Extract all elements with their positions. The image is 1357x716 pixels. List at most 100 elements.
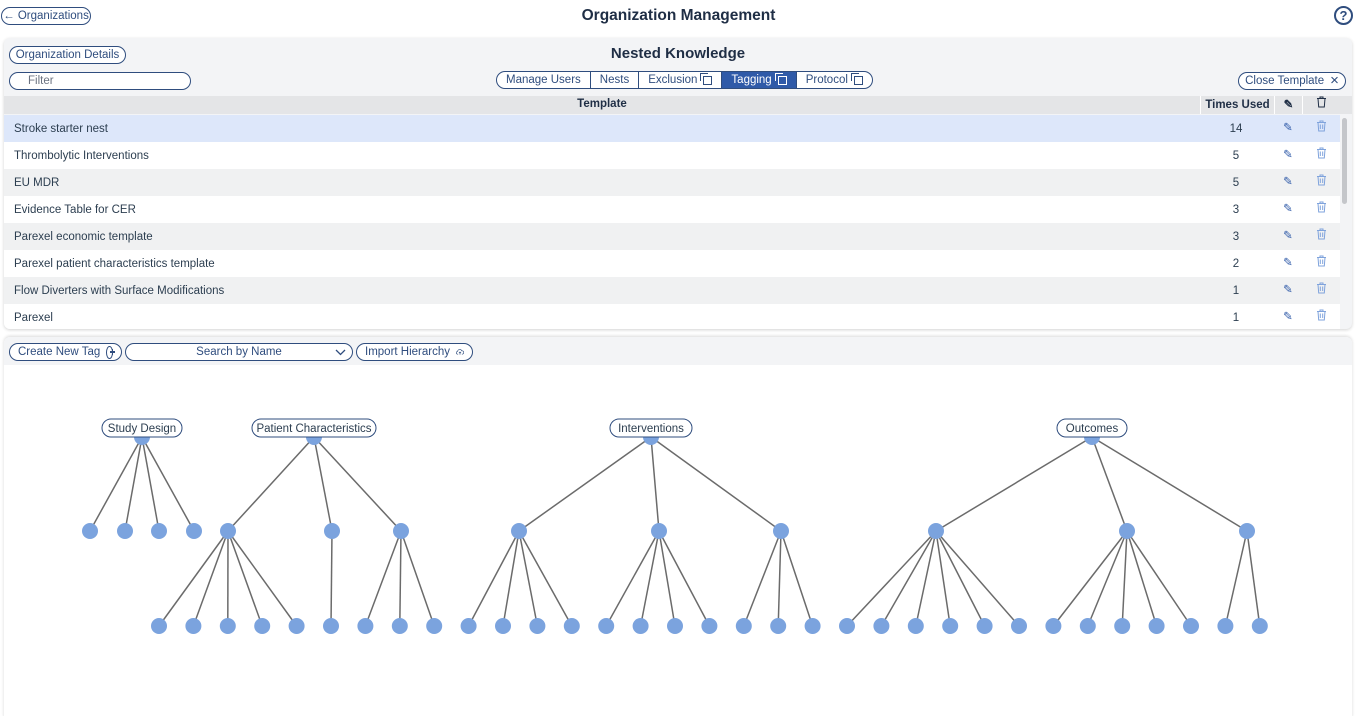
tag-node-leaf[interactable] [1217,618,1234,634]
tag-node-leaf[interactable] [1079,618,1096,634]
edit-icon[interactable]: ✎ [1274,309,1302,323]
tag-node-leaf[interactable] [1114,618,1131,634]
template-name: Parexel economic template [14,231,153,243]
tag-hierarchy-tree: Study Design Patient Characteristics Inter… [82,418,1268,634]
delete-icon[interactable] [1302,120,1340,135]
table-row[interactable]: Flow Diverters with Surface Modification… [4,277,1340,304]
edit-icon[interactable]: ✎ [1274,282,1302,296]
table-row[interactable]: Thrombolytic Interventions 5 ✎ [4,142,1340,169]
column-header-times-used[interactable]: Times Used [1200,96,1274,114]
tag-node-leaf[interactable] [632,618,649,634]
tag-node-child[interactable] [1119,523,1135,539]
delete-icon[interactable] [1302,309,1340,324]
tag-node-leaf[interactable] [839,618,855,634]
tag-node-leaf[interactable] [907,618,924,634]
tag-node-child[interactable] [186,523,202,539]
tag-node-child[interactable] [220,523,236,539]
delete-icon[interactable] [1302,255,1340,270]
table-row[interactable]: Stroke starter nest 14 ✎ [4,115,1340,142]
tree-edge [313,436,333,532]
tag-node-child[interactable] [651,523,667,539]
tree-edge [399,530,402,627]
tag-node-leaf[interactable] [873,618,890,634]
table-scrollbar[interactable] [1342,118,1347,204]
tree-edges [89,436,1261,627]
tag-node-child[interactable] [773,523,789,539]
tree-edge [743,530,782,627]
tag-node-leaf[interactable] [288,618,305,634]
template-table-body: Stroke starter nest 14 ✎ Thrombolytic Inter… [4,115,1340,329]
tag-node-leaf[interactable] [391,618,408,634]
delete-icon[interactable] [1302,147,1340,162]
tree-edge [400,530,435,627]
tag-node-child[interactable] [324,523,340,539]
tag-node-leaf[interactable] [495,618,511,634]
edit-icon[interactable]: ✎ [1274,120,1302,134]
table-row[interactable]: Parexel 1 ✎ [4,304,1340,329]
table-row[interactable]: Parexel economic template 3 ✎ [4,223,1340,250]
table-row[interactable]: EU MDR 5 ✎ [4,169,1340,196]
tag-node-leaf[interactable] [1011,618,1027,634]
edit-icon[interactable]: ✎ [1274,255,1302,269]
tag-node-leaf[interactable] [460,618,477,634]
tag-node-leaf[interactable] [323,618,339,634]
tag-root-label[interactable]: Interventions [609,418,693,438]
template-name: Flow Diverters with Surface Modification… [14,285,225,297]
filter-input[interactable]: Filter [9,72,191,90]
copy-icon[interactable] [774,72,787,85]
tag-node-child[interactable] [393,523,409,539]
tag-node-leaf[interactable] [1148,618,1165,634]
tag-node-leaf[interactable] [563,618,580,634]
edit-icon[interactable]: ✎ [1274,201,1302,215]
tag-node-leaf[interactable] [185,618,202,634]
tag-node-leaf[interactable] [942,618,959,634]
tag-node-leaf[interactable] [219,618,236,634]
tree-edge [313,436,402,532]
tag-node-child[interactable] [511,523,527,539]
tree-edge [915,530,937,627]
tab-tagging[interactable]: Tagging [722,72,797,88]
tab-exclusion[interactable]: Exclusion [639,72,723,88]
delete-icon[interactable] [1302,174,1340,189]
tag-node-child[interactable] [82,523,98,539]
tag-node-child[interactable] [151,523,167,539]
tag-root-label[interactable]: Study Design [101,418,183,438]
tag-node-leaf[interactable] [1183,618,1199,634]
tree-edge [777,530,782,627]
copy-icon[interactable] [700,72,713,85]
tag-node-child[interactable] [928,523,944,539]
table-row[interactable]: Evidence Table for CER 3 ✎ [4,196,1340,223]
delete-icon[interactable] [1302,228,1340,243]
tag-root-label[interactable]: Outcomes [1056,418,1128,438]
tag-node-leaf[interactable] [770,618,787,634]
tag-node-leaf[interactable] [1251,618,1268,634]
delete-icon[interactable] [1302,201,1340,216]
edit-icon[interactable]: ✎ [1274,174,1302,188]
tag-node-leaf[interactable] [976,618,993,634]
tag-node-leaf[interactable] [701,618,718,634]
column-header-template[interactable]: Template [4,98,1200,110]
tag-node-leaf[interactable] [426,618,443,634]
tab-protocol[interactable]: Protocol [797,72,872,88]
tab-nests[interactable]: Nests [591,72,640,88]
tag-node-leaf[interactable] [1045,618,1062,634]
tag-root-label[interactable]: Patient Characteristics [251,418,377,438]
tag-node-leaf[interactable] [151,618,167,634]
tab-manage-users[interactable]: Manage Users [497,72,591,88]
tag-node-leaf[interactable] [598,618,615,634]
tag-node-child[interactable] [1239,523,1255,539]
tag-node-leaf[interactable] [357,618,374,634]
delete-icon[interactable] [1302,282,1340,297]
tag-node-leaf[interactable] [667,618,683,634]
tag-node-leaf[interactable] [735,618,752,634]
tag-node-child[interactable] [117,523,133,539]
copy-icon[interactable] [850,72,863,85]
edit-icon[interactable]: ✎ [1274,147,1302,161]
tag-node-leaf[interactable] [254,618,271,634]
table-row[interactable]: Parexel patient characteristics template… [4,250,1340,277]
edit-icon[interactable]: ✎ [1274,228,1302,242]
help-icon[interactable]: ? [1334,6,1353,25]
close-template-button[interactable]: Close Template × [1238,72,1346,90]
tag-node-leaf[interactable] [529,618,546,634]
tag-node-leaf[interactable] [804,618,821,634]
